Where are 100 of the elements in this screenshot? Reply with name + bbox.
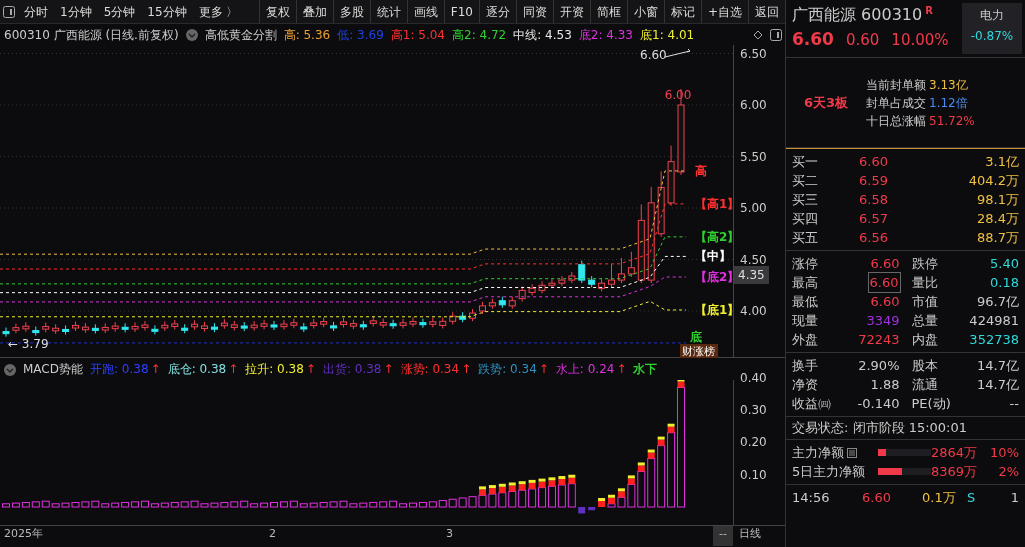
stat-value: 14.7亿: [977, 376, 1019, 394]
macd-bar: [647, 449, 656, 508]
fact-label: 十日总涨幅: [866, 112, 926, 130]
stat-label: 跌停: [911, 255, 938, 273]
bid-label: 买四: [792, 210, 818, 228]
bid-label: 买一: [792, 153, 818, 171]
candle: [141, 320, 149, 332]
toolbar-button[interactable]: 同资: [515, 0, 553, 23]
stat-value: 3349: [866, 312, 900, 330]
toolbar-button[interactable]: 逐分: [478, 0, 516, 23]
level-label: 【底1】: [695, 302, 733, 317]
flow-percent: 2%: [997, 463, 1019, 481]
flow-label: 5日主力净额: [792, 463, 866, 481]
macd-bar: [518, 481, 527, 508]
legend-value: 高1: 5.04: [390, 26, 445, 44]
candle: [608, 263, 615, 288]
toolbar-button[interactable]: 叠加: [295, 0, 333, 23]
toolbar-button[interactable]: 统计: [369, 0, 407, 23]
toolbar-button[interactable]: F10: [443, 0, 479, 23]
fact-value: 3.13亿: [929, 76, 968, 94]
level-label: 底: [690, 330, 702, 345]
candle: [62, 324, 70, 335]
candle: [270, 320, 278, 331]
candle: [22, 321, 30, 333]
toolbar-button[interactable]: 画线: [406, 0, 444, 23]
stat-label: 涨停: [792, 255, 818, 273]
macd-bar: [567, 474, 576, 508]
candle: [250, 320, 258, 332]
toolbar-button[interactable]: 小窗: [626, 0, 664, 23]
trend-arrow: ↑: [383, 361, 394, 378]
candle: [369, 316, 377, 327]
current-price: 6.60: [792, 28, 834, 51]
bid-volume: 404.2万: [968, 172, 1019, 190]
more-button[interactable]: 更多 〉: [192, 0, 245, 23]
stat-value: 6.60: [870, 293, 900, 311]
date-label: 2025年: [4, 526, 43, 542]
period-button[interactable]: 5分钟: [97, 0, 142, 23]
macd-bar: [657, 436, 666, 508]
axis-label: 0.20: [740, 434, 767, 452]
tick-volume: 0.1万: [922, 489, 957, 507]
toolbar-button[interactable]: 开资: [552, 0, 590, 23]
candle: [340, 317, 347, 328]
stat-value: 352738: [969, 331, 1019, 349]
tick-side: S: [967, 489, 976, 507]
macd-bar: [508, 482, 517, 508]
sector-name: 电力: [979, 7, 1005, 24]
candle: [349, 319, 357, 330]
period-label: 日线: [738, 526, 761, 542]
toolbar-button[interactable]: 多股: [332, 0, 370, 23]
legend-value: 跌势: 0.34: [478, 361, 537, 378]
axis-label: 0.10: [740, 466, 767, 484]
candle: [657, 170, 665, 238]
level-label: 【高2】: [695, 229, 733, 244]
legend-value: 高2: 4.72: [452, 26, 507, 44]
candle: [191, 319, 199, 331]
candle: [12, 323, 20, 334]
date-label: 2: [269, 526, 276, 542]
legend-value: 拉升: 0.38: [245, 361, 304, 378]
candle: [230, 320, 238, 331]
flow-amount: 8369万: [930, 463, 977, 481]
candle: [161, 320, 169, 332]
scroll-button[interactable]: --: [713, 526, 733, 546]
stat-value: -0.140: [857, 395, 900, 413]
flow-label: 主力净额: [792, 444, 844, 462]
sector-change: -0.87%: [969, 28, 1015, 45]
axis-label: 6.00: [740, 97, 767, 114]
stat-label: 流通: [911, 376, 938, 394]
price-change: 0.60: [845, 30, 880, 51]
fact-value: 51.72%: [929, 112, 975, 130]
trend-arrow: ↑: [538, 361, 549, 378]
period-button[interactable]: 15分钟: [141, 0, 193, 23]
stat-value: 6.60: [870, 255, 900, 273]
candle: [439, 316, 447, 329]
candle: [449, 311, 457, 325]
candle: [121, 322, 129, 333]
indicator-name: 高低黄金分割: [204, 26, 277, 44]
candle: [260, 319, 268, 330]
axis-label: 5.50: [740, 148, 767, 166]
toolbar-button[interactable]: 返回: [748, 0, 785, 23]
stat-value: 424981: [969, 312, 1019, 330]
period-button[interactable]: 1分钟: [54, 0, 98, 23]
toolbar-button[interactable]: 复权: [258, 0, 296, 23]
candle: [240, 321, 248, 332]
flow-amount: 2864万: [930, 444, 977, 462]
flag-label: R: [925, 4, 933, 18]
tick-time: 14:56: [792, 489, 831, 507]
price-label: 6.60: [640, 48, 667, 62]
candle: [538, 280, 546, 294]
legend-value: 水下: [633, 361, 658, 378]
streak-label: 6天3板: [802, 93, 850, 112]
candle: [81, 322, 89, 334]
macd-bar: [458, 497, 467, 508]
toolbar-button[interactable]: +自选: [700, 0, 748, 23]
toolbar-button[interactable]: 标记: [663, 0, 701, 23]
period-button[interactable]: 分时: [18, 0, 54, 23]
stat-label: 市值: [911, 293, 938, 311]
macd-bar: [547, 477, 556, 508]
toolbar-button[interactable]: 简框: [589, 0, 627, 23]
level-label: 【高1】: [695, 196, 733, 211]
stat-value: --: [1009, 395, 1019, 413]
